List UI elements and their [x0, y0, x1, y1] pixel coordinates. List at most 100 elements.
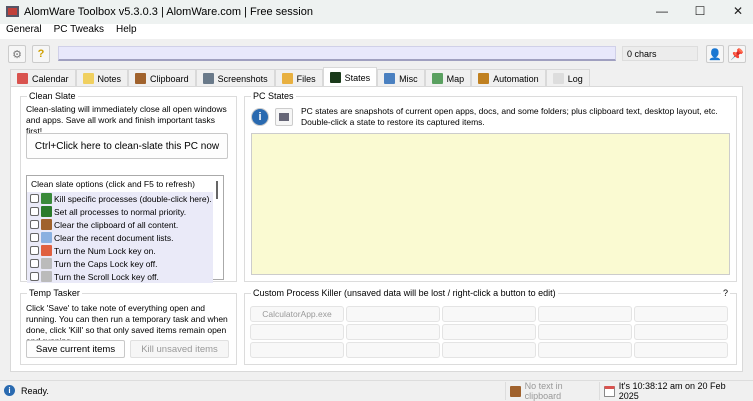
tab-calendar[interactable]: Calendar [10, 69, 76, 87]
checkbox[interactable] [30, 272, 39, 281]
user-icon: 👤 [708, 48, 722, 61]
clean-slate-options-list[interactable]: Clean slate options (click and F5 to ref… [26, 175, 224, 283]
help-button[interactable]: ? [32, 45, 50, 63]
states-panel: Clean Slate Clean-slating will immediate… [10, 86, 743, 372]
checkbox[interactable] [30, 246, 39, 255]
process-killer-button[interactable] [250, 324, 344, 340]
process-killer-button[interactable] [250, 342, 344, 358]
screenshot-icon [279, 113, 289, 121]
process-killer-button[interactable] [634, 342, 728, 358]
settings-button[interactable]: ⚙ [8, 45, 26, 63]
scrollbar-thumb[interactable] [216, 181, 218, 199]
tab-label: Calendar [32, 73, 69, 84]
tab-label: Automation [493, 73, 539, 84]
pc-states-description: PC states are snapshots of current open … [301, 106, 718, 127]
option-label: Turn the Scroll Lock key off. [54, 271, 159, 282]
option-icon [41, 258, 52, 269]
tab-label: States [344, 72, 371, 83]
process-killer-button[interactable] [442, 324, 536, 340]
calendar-icon [604, 385, 615, 397]
save-current-items-button[interactable]: Save current items [26, 340, 125, 358]
tab-files[interactable]: Files [274, 69, 323, 87]
tab-log[interactable]: Log [545, 69, 590, 87]
pc-states-title: PC States [251, 91, 296, 101]
tab-notes[interactable]: Notes [75, 69, 129, 87]
pc-states-list[interactable] [251, 133, 730, 275]
clean-slate-option[interactable]: Clear the clipboard of all content. [27, 218, 213, 231]
kill-unsaved-items-button[interactable]: Kill unsaved items [130, 340, 229, 358]
checkbox[interactable] [30, 220, 39, 229]
tab-automation[interactable]: Automation [471, 69, 546, 87]
process-killer-button[interactable] [442, 306, 536, 322]
tab-map[interactable]: Map [424, 69, 472, 87]
tab-screenshots[interactable]: Screenshots [195, 69, 275, 87]
process-killer-button[interactable] [346, 324, 440, 340]
notes-icon [82, 73, 94, 84]
maximize-button[interactable]: ☐ [690, 4, 710, 18]
close-button[interactable]: ✕ [728, 4, 748, 18]
screenshot-button[interactable] [275, 108, 293, 126]
process-killer-button[interactable] [442, 342, 536, 358]
tab-clipboard[interactable]: Clipboard [128, 69, 196, 87]
tab-label: Log [567, 73, 583, 84]
pin-button[interactable]: 📌 [728, 45, 746, 63]
process-killer-button[interactable] [538, 306, 632, 322]
options-header: Clean slate options (click and F5 to ref… [31, 179, 195, 189]
temp-tasker-group: Temp Tasker Click 'Save' to take note of… [20, 288, 237, 365]
checkbox[interactable] [30, 207, 39, 216]
checkbox[interactable] [30, 233, 39, 242]
app-icon [6, 6, 19, 17]
clipboard-icon [510, 385, 521, 397]
option-icon [41, 193, 52, 204]
option-icon [41, 232, 52, 243]
help-icon: ? [37, 48, 45, 60]
process-killer-button[interactable] [538, 324, 632, 340]
clean-slate-option[interactable]: Turn the Num Lock key on. [27, 244, 213, 257]
option-icon [41, 245, 52, 256]
process-killer-button[interactable] [346, 342, 440, 358]
info-button[interactable]: i [251, 108, 269, 126]
process-killer-help[interactable]: ? [720, 288, 730, 298]
tab-label: Map [446, 73, 465, 84]
process-killer-button[interactable] [346, 306, 440, 322]
log-icon [552, 73, 564, 84]
clean-slate-group: Clean Slate Clean-slating will immediate… [20, 91, 237, 283]
user-button[interactable]: 👤 [706, 45, 724, 63]
clock-text: It's 10:38:12 am on 20 Feb 2025 [618, 381, 726, 401]
process-killer-button[interactable]: CalculatorApp.exe [250, 306, 344, 322]
calendar-icon [17, 73, 28, 84]
clean-slate-option[interactable]: Kill specific processes (double-click he… [27, 192, 213, 205]
menu-bar: General PC Tweaks Help [0, 24, 753, 39]
clean-slate-option[interactable]: Set all processes to normal priority. [27, 205, 213, 218]
screenshots-icon [202, 73, 214, 84]
process-killer-button[interactable] [634, 324, 728, 340]
menu-pc-tweaks[interactable]: PC Tweaks [54, 24, 104, 39]
option-label: Turn the Num Lock key on. [54, 245, 156, 256]
tab-label: Clipboard [150, 73, 189, 84]
minimize-button[interactable]: — [652, 4, 672, 18]
tab-misc[interactable]: Misc [377, 69, 425, 87]
status-text: Ready. [21, 385, 49, 396]
option-label: Set all processes to normal priority. [54, 206, 187, 217]
clean-slate-title: Clean Slate [27, 91, 78, 101]
tab-label: Screenshots [217, 73, 268, 84]
tab-bar: Calendar Notes Clipboard Screenshots Files St… [10, 67, 590, 87]
option-label: Kill specific processes (double-click he… [54, 193, 212, 204]
clean-slate-option[interactable]: Turn the Scroll Lock key off. [27, 270, 213, 283]
checkbox[interactable] [30, 259, 39, 268]
clean-slate-option[interactable]: Clear the recent document lists. [27, 231, 213, 244]
checkbox[interactable] [30, 194, 39, 203]
command-input[interactable] [58, 46, 616, 61]
pin-icon: 📌 [730, 48, 744, 61]
menu-help[interactable]: Help [116, 24, 137, 39]
option-label: Clear the clipboard of all content. [54, 219, 179, 230]
files-icon [281, 73, 293, 84]
title-bar: AlomWare Toolbox v5.3.0.3 | AlomWare.com… [0, 0, 753, 24]
menu-general[interactable]: General [6, 24, 42, 39]
clipboard-icon [135, 73, 147, 84]
process-killer-button[interactable] [538, 342, 632, 358]
clean-slate-option[interactable]: Turn the Caps Lock key off. [27, 257, 213, 270]
clean-slate-button[interactable]: Ctrl+Click here to clean-slate this PC n… [26, 133, 228, 159]
process-killer-button[interactable] [634, 306, 728, 322]
tab-states[interactable]: States [322, 67, 378, 87]
